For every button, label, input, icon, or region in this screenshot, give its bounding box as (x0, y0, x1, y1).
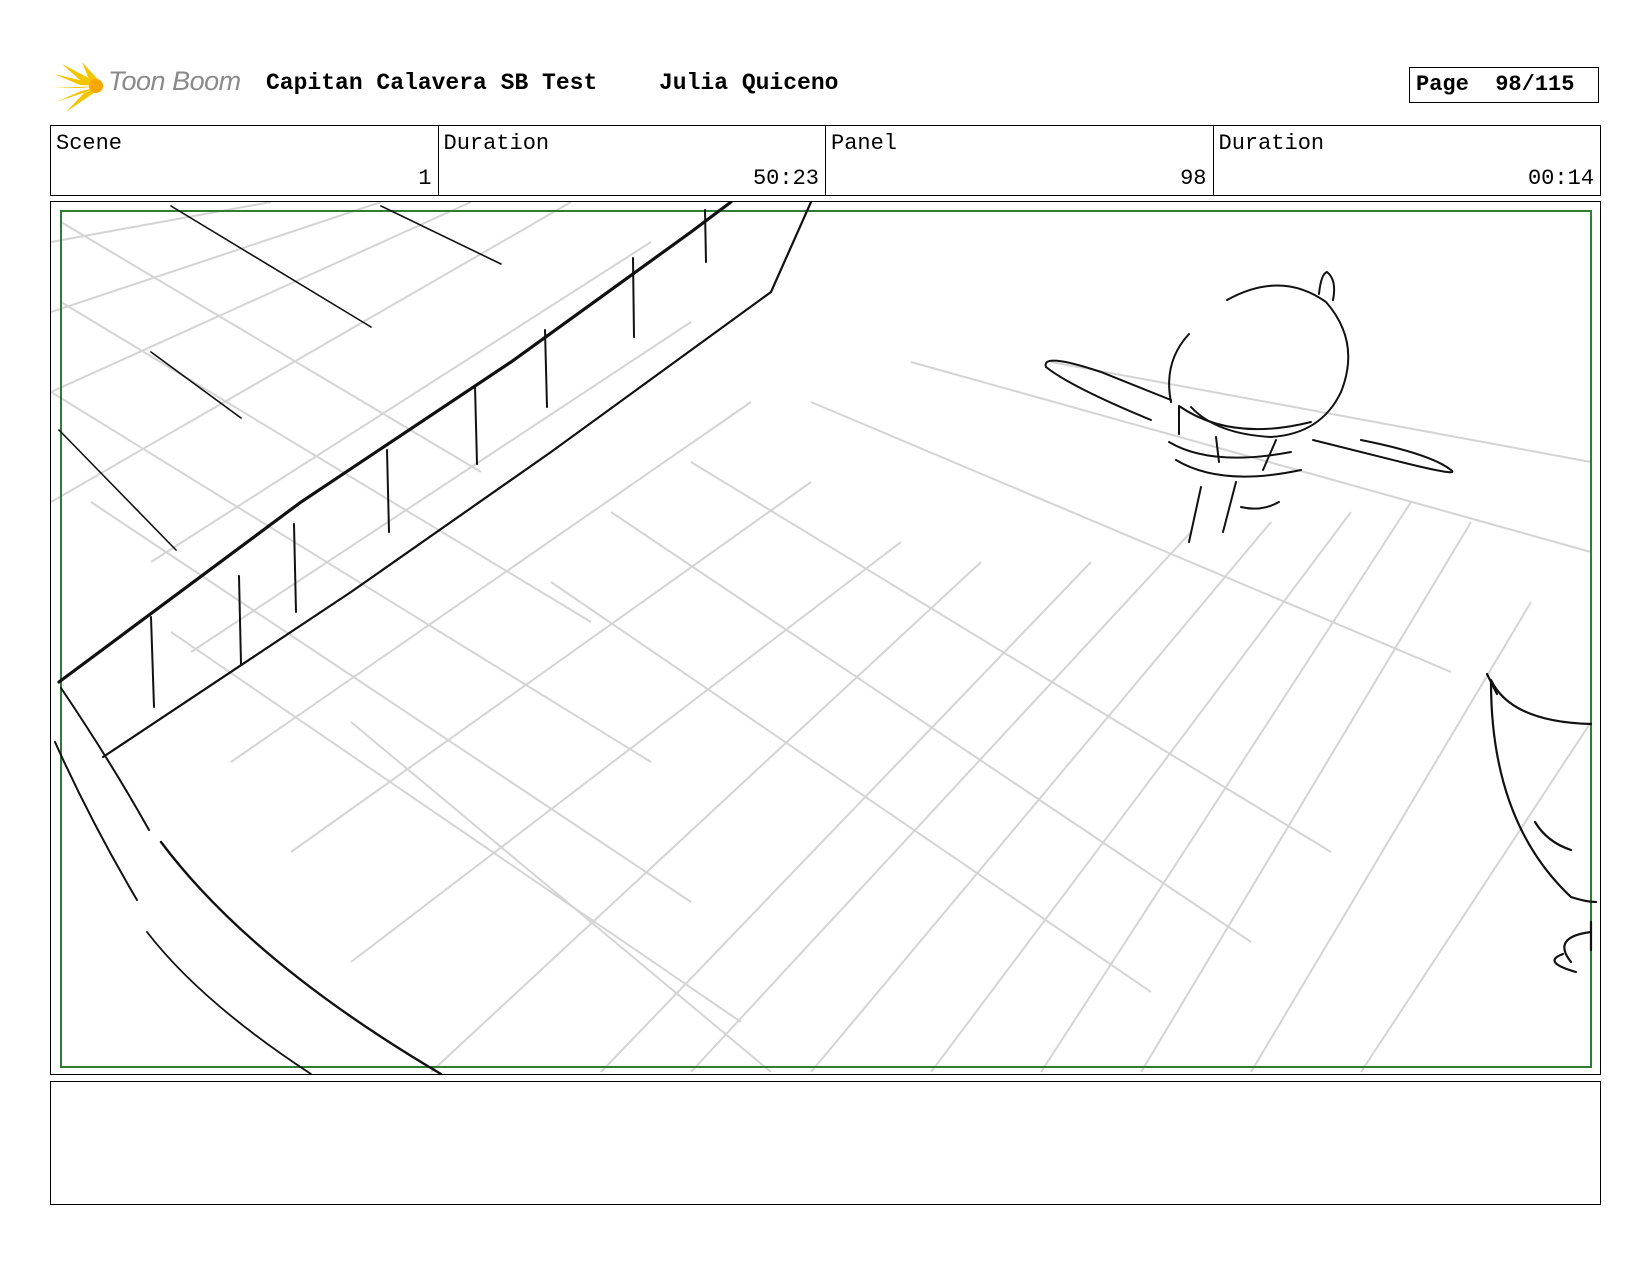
scene-duration-value: 50:23 (752, 166, 819, 191)
panel-duration-cell: Duration 00:14 (1214, 126, 1601, 195)
scene-label: Scene (56, 131, 123, 156)
panel-value: 98 (1180, 166, 1207, 191)
panel-duration-value: 00:14 (1527, 166, 1594, 191)
panel-info-table: Scene 1 Duration 50:23 Panel 98 Duration… (50, 125, 1601, 196)
toon-boom-logo: Toon Boom (52, 58, 252, 114)
author-name: Julia Quiceno (659, 70, 839, 96)
scene-cell: Scene 1 (51, 126, 439, 195)
scene-duration-cell: Duration 50:23 (439, 126, 826, 195)
storyboard-panel (50, 201, 1601, 1075)
panel-label: Panel (831, 131, 898, 156)
sunburst-icon (52, 62, 104, 112)
panel-cell: Panel 98 (826, 126, 1214, 195)
logo-wordmark: Toon Boom (108, 66, 241, 96)
edge-figure-sketch (1485, 672, 1598, 974)
panel-notes (50, 1081, 1601, 1205)
page-indicator: Page 98/115 (1409, 67, 1599, 103)
scene-duration-label: Duration (443, 131, 550, 156)
safe-frame (60, 210, 1592, 1068)
project-title: Capitan Calavera SB Test (266, 70, 598, 96)
wall-sketch (54, 202, 813, 1074)
panel-duration-label: Duration (1218, 131, 1325, 156)
scene-value: 1 (418, 166, 432, 191)
panel-sketch (51, 202, 1598, 1074)
page-label: Page (1416, 72, 1469, 97)
character-sketch (1044, 270, 1454, 543)
page-number: 98/115 (1495, 72, 1575, 97)
